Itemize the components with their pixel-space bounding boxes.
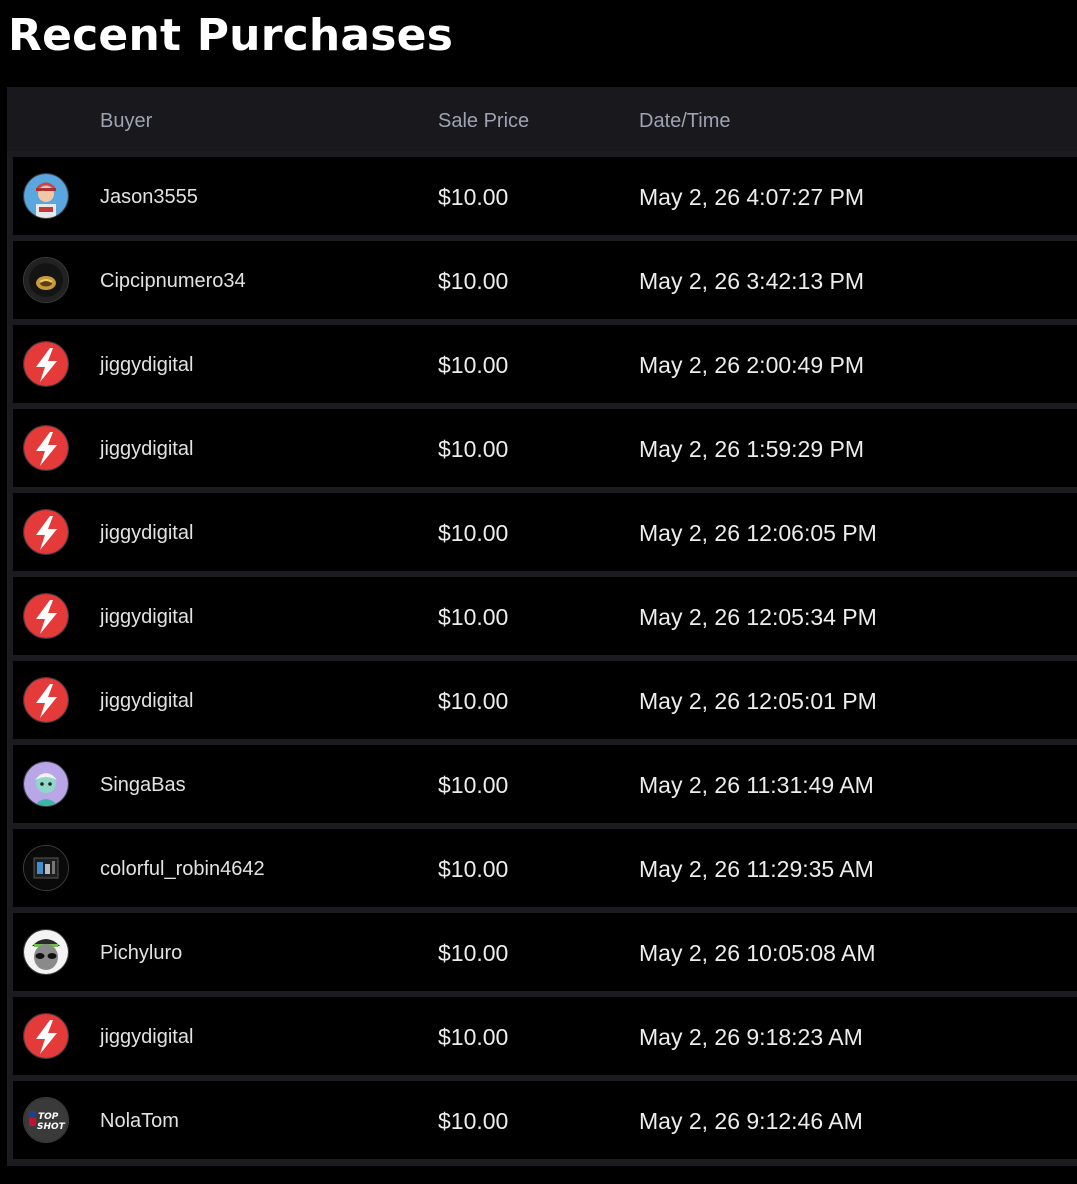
table-row[interactable]: jiggydigital $10.00 May 2, 26 9:18:23 AM (13, 997, 1077, 1075)
table-row[interactable]: jiggydigital $10.00 May 2, 26 1:59:29 PM (13, 409, 1077, 487)
svg-text:SHOT: SHOT (37, 1122, 66, 1132)
sale-price: $10.00 (438, 352, 509, 378)
buyer-name[interactable]: Jason3555 (100, 184, 198, 210)
sale-price: $10.00 (438, 940, 509, 966)
table-row[interactable]: Jason3555 $10.00 May 2, 26 4:07:27 PM (13, 157, 1077, 235)
lightning-bolt-avatar-icon[interactable] (23, 1013, 69, 1059)
buyer-name[interactable]: jiggydigital (100, 1024, 193, 1050)
page-title: Recent Purchases (8, 10, 454, 61)
purchase-date-time: May 2, 26 11:29:35 AM (639, 856, 874, 882)
buyer-name[interactable]: jiggydigital (100, 688, 193, 714)
sale-price: $10.00 (438, 688, 509, 714)
purchase-date-time: May 2, 26 10:05:08 AM (639, 940, 876, 966)
sale-price: $10.00 (438, 772, 509, 798)
dark-room-avatar-icon[interactable] (23, 845, 69, 891)
table-row[interactable]: jiggydigital $10.00 May 2, 26 2:00:49 PM (13, 325, 1077, 403)
sale-price: $10.00 (438, 268, 509, 294)
table-header: Buyer Sale Price Date/Time (7, 87, 1077, 151)
sale-price: $10.00 (438, 604, 509, 630)
purchase-date-time: May 2, 26 12:06:05 PM (639, 520, 877, 546)
column-header-buyer[interactable]: Buyer (100, 108, 152, 134)
purchase-date-time: May 2, 26 11:31:49 AM (639, 772, 874, 798)
buyer-name[interactable]: Pichyluro (100, 940, 182, 966)
sale-price: $10.00 (438, 856, 509, 882)
purple-character-avatar-icon[interactable] (23, 761, 69, 807)
lightning-bolt-avatar-icon[interactable] (23, 425, 69, 471)
table-row[interactable]: Cipcipnumero34 $10.00 May 2, 26 3:42:13 PM (13, 241, 1077, 319)
purchase-date-time: May 2, 26 12:05:01 PM (639, 688, 877, 714)
table-row[interactable]: TOP SHOT NolaTom $10.00 May 2, 26 9:12:46 AM (13, 1081, 1077, 1159)
sale-price: $10.00 (438, 1024, 509, 1050)
svg-text:TOP: TOP (38, 1112, 59, 1122)
sale-price: $10.00 (438, 1108, 509, 1134)
table-row[interactable]: jiggydigital $10.00 May 2, 26 12:06:05 PM (13, 493, 1077, 571)
lightning-bolt-avatar-icon[interactable] (23, 341, 69, 387)
buyer-name[interactable]: Cipcipnumero34 (100, 268, 246, 294)
table-body: Jason3555 $10.00 May 2, 26 4:07:27 PM Cipci… (13, 157, 1077, 1165)
buyer-name[interactable]: NolaTom (100, 1108, 179, 1134)
gold-ring-avatar-icon[interactable] (23, 257, 69, 303)
lightning-bolt-avatar-icon[interactable] (23, 509, 69, 555)
top-shot-logo-avatar-icon[interactable]: TOP SHOT (23, 1097, 69, 1143)
jason-avatar-icon[interactable] (23, 173, 69, 219)
column-header-date-time[interactable]: Date/Time (639, 108, 731, 134)
sale-price: $10.00 (438, 436, 509, 462)
purchase-date-time: May 2, 26 3:42:13 PM (639, 268, 865, 294)
buyer-name[interactable]: jiggydigital (100, 436, 193, 462)
purchase-date-time: May 2, 26 2:00:49 PM (639, 352, 865, 378)
table-row[interactable]: colorful_robin4642 $10.00 May 2, 26 11:29:… (13, 829, 1077, 907)
purchases-table: Buyer Sale Price Date/Time Jason3555 $10.… (7, 87, 1077, 1166)
table-row[interactable]: jiggydigital $10.00 May 2, 26 12:05:34 PM (13, 577, 1077, 655)
purchase-date-time: May 2, 26 9:18:23 AM (639, 1024, 863, 1050)
purchase-date-time: May 2, 26 12:05:34 PM (639, 604, 877, 630)
purchase-date-time: May 2, 26 4:07:27 PM (639, 184, 865, 210)
table-row[interactable]: Pichyluro $10.00 May 2, 26 10:05:08 AM (13, 913, 1077, 991)
sale-price: $10.00 (438, 520, 509, 546)
table-row[interactable]: SingaBas $10.00 May 2, 26 11:31:49 AM (13, 745, 1077, 823)
table-row[interactable]: jiggydigital $10.00 May 2, 26 12:05:01 PM (13, 661, 1077, 739)
buyer-name[interactable]: jiggydigital (100, 604, 193, 630)
alien-avatar-icon[interactable] (23, 929, 69, 975)
purchase-date-time: May 2, 26 1:59:29 PM (639, 436, 865, 462)
buyer-name[interactable]: colorful_robin4642 (100, 856, 265, 882)
lightning-bolt-avatar-icon[interactable] (23, 593, 69, 639)
lightning-bolt-avatar-icon[interactable] (23, 677, 69, 723)
buyer-name[interactable]: SingaBas (100, 772, 186, 798)
purchase-date-time: May 2, 26 9:12:46 AM (639, 1108, 863, 1134)
column-header-sale-price[interactable]: Sale Price (438, 108, 529, 134)
buyer-name[interactable]: jiggydigital (100, 352, 193, 378)
sale-price: $10.00 (438, 184, 509, 210)
buyer-name[interactable]: jiggydigital (100, 520, 193, 546)
